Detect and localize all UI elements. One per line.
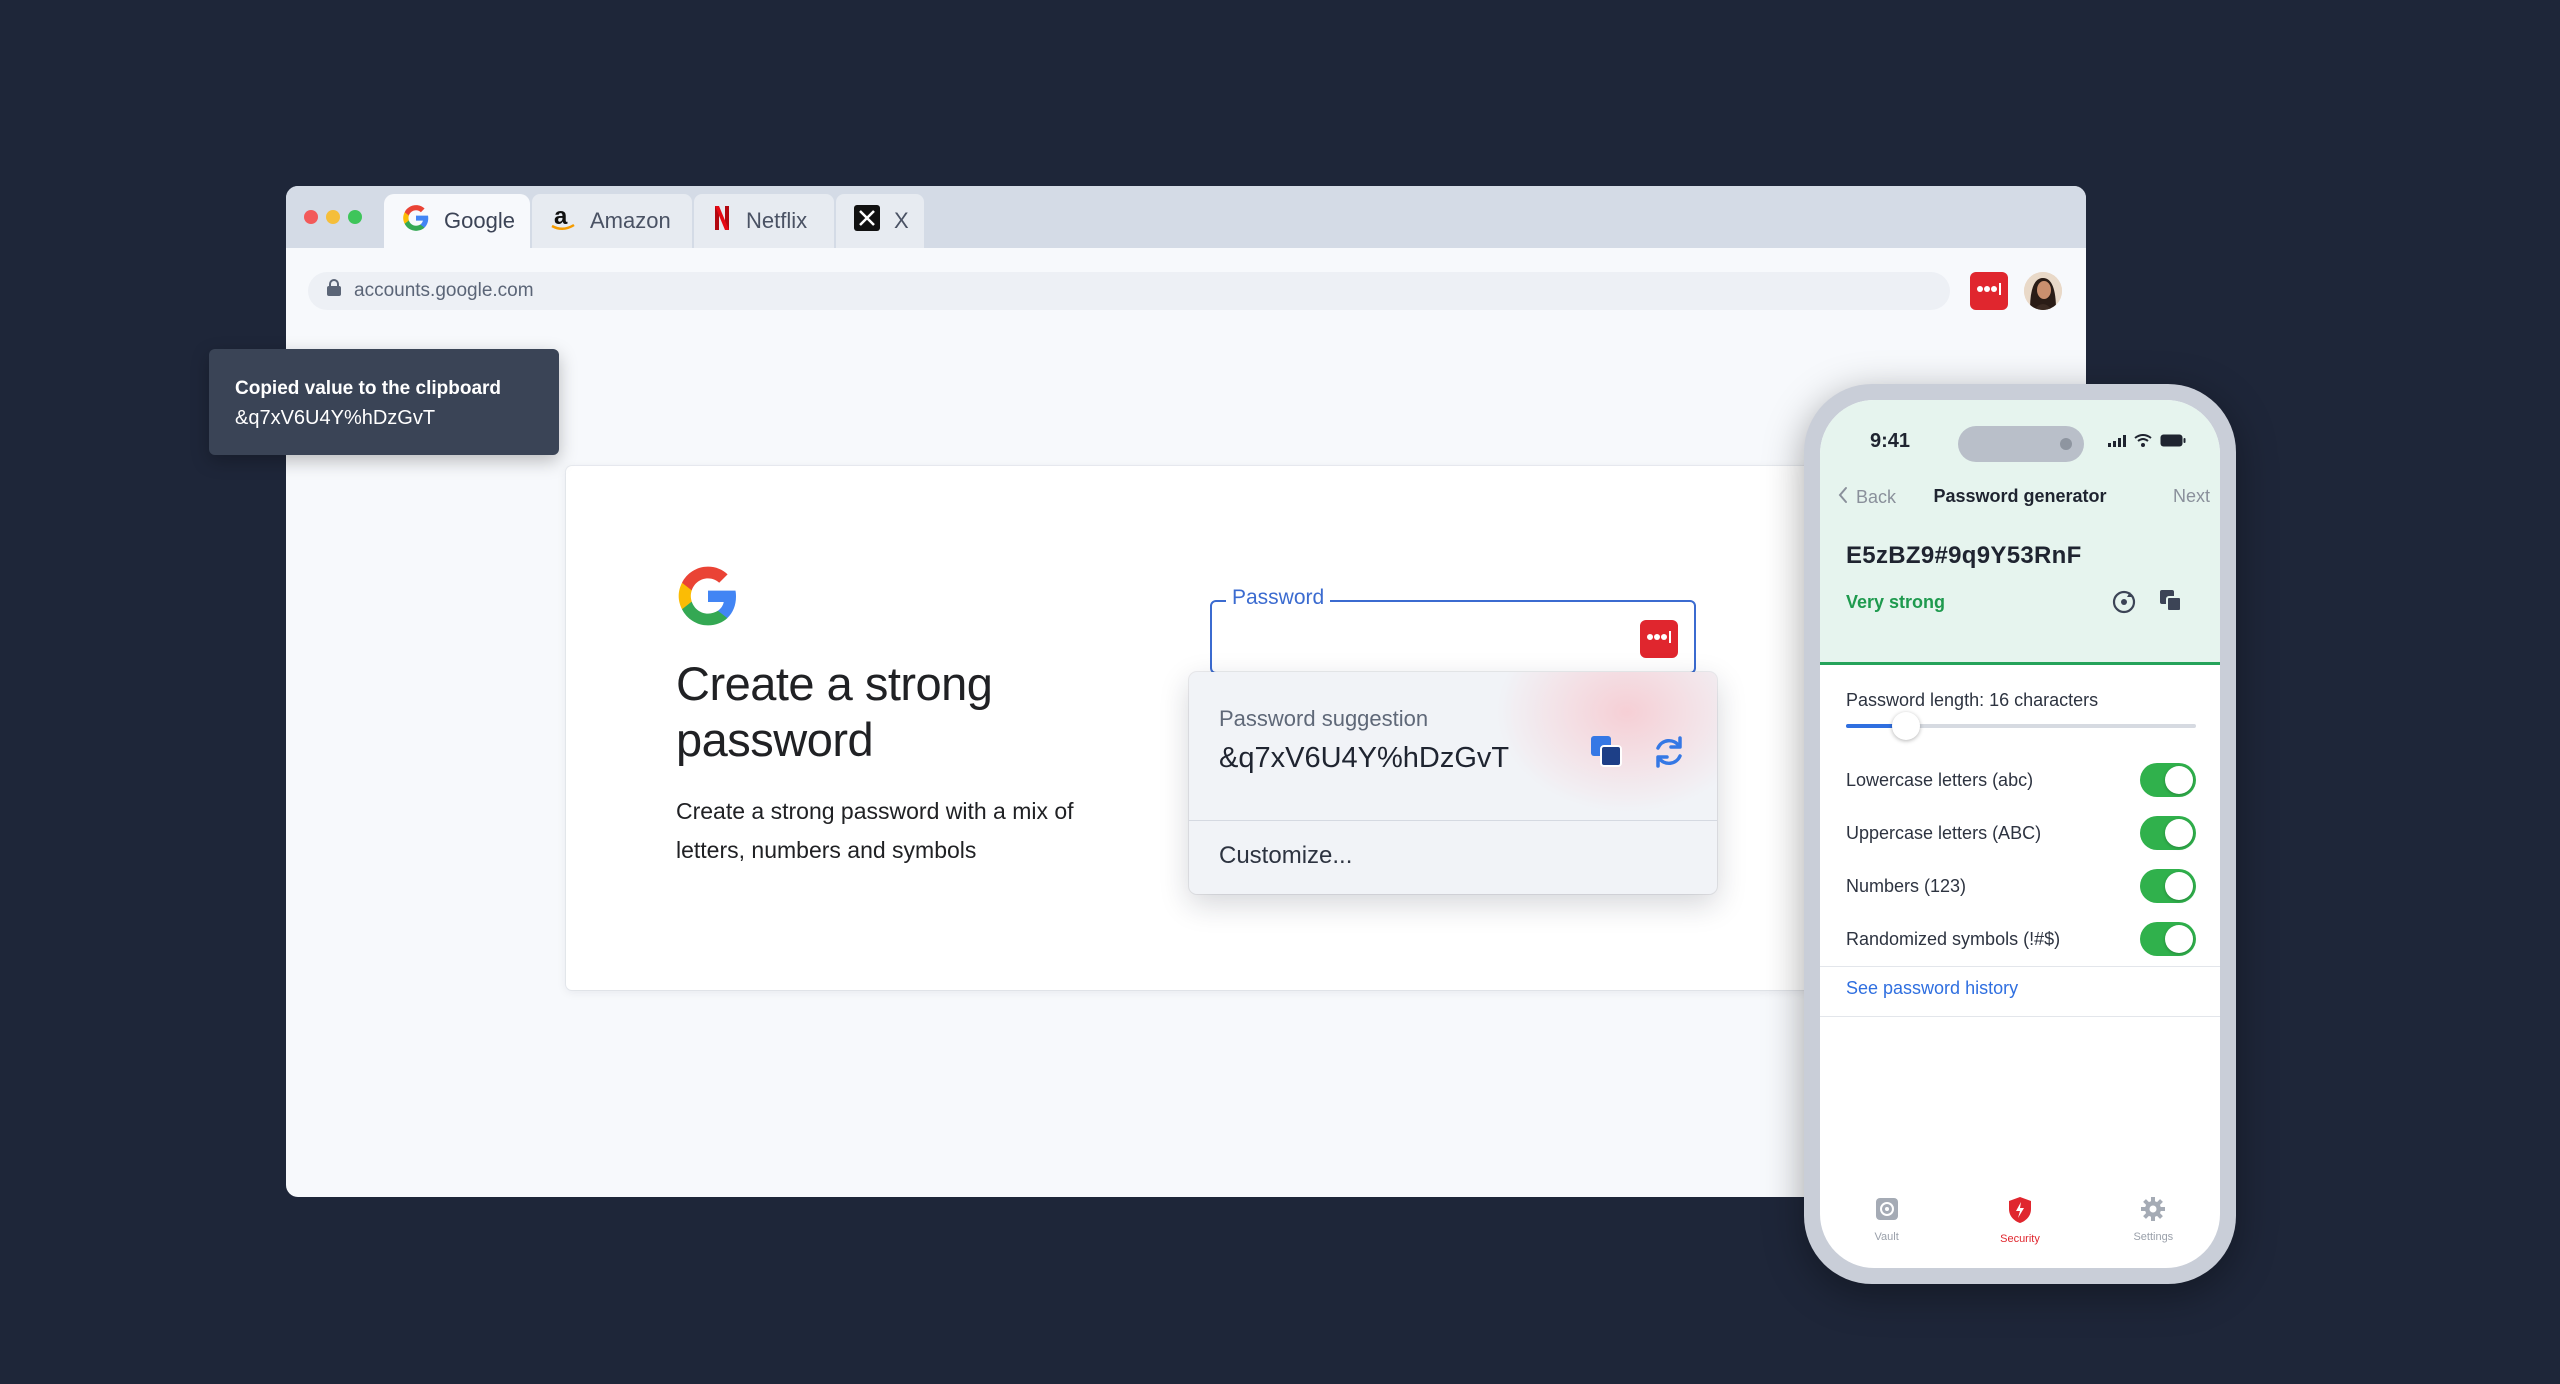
tab-label: Vault [1874, 1231, 1899, 1243]
refresh-icon[interactable] [1647, 730, 1691, 774]
option-uppercase: Uppercase letters (ABC) [1846, 813, 2196, 853]
avatar[interactable] [2024, 272, 2062, 310]
lock-icon [326, 279, 342, 303]
tab-bar: Google a Amazon Netflix X [286, 186, 2086, 248]
url-text: accounts.google.com [354, 280, 534, 301]
amazon-icon: a [550, 203, 576, 238]
tab-label: Security [2000, 1233, 2040, 1245]
password-field-label: Password [1226, 586, 1331, 610]
wifi-icon [2134, 434, 2152, 452]
uppercase-toggle[interactable] [2140, 816, 2196, 850]
suggested-password[interactable]: &q7xV6U4Y%hDzGvT [1219, 742, 1509, 775]
phone-device: 9:41 Back Password generator Next E5zBZ9… [1804, 384, 2236, 1284]
status-time: 9:41 [1870, 430, 1911, 452]
option-label: Randomized symbols (!#$) [1846, 928, 2061, 949]
tab-label: Settings [2133, 1231, 2174, 1243]
tab-netflix[interactable]: Netflix [694, 194, 834, 248]
customize-option[interactable]: Customize... [1219, 842, 1352, 870]
google-logo-icon [676, 564, 740, 628]
option-symbols: Randomized symbols (!#$) [1846, 919, 2196, 959]
security-shield-icon [2007, 1196, 2033, 1229]
password-length-label: Password length: 16 characters [1846, 690, 2099, 710]
phone-tab-bar: Vault Security Settings [1820, 1190, 2220, 1268]
generated-password[interactable]: E5zBZ9#9q9Y53RnF [1846, 542, 2082, 570]
page-description: Create a strong password with a mix of l… [676, 798, 1074, 863]
tab-label: Netflix [746, 208, 808, 233]
password-manager-icon [1646, 630, 1672, 649]
vault-icon [1874, 1196, 1900, 1227]
tab-vault[interactable]: Vault [1842, 1196, 1932, 1243]
option-label: Uppercase letters (ABC) [1846, 822, 2042, 843]
toast-value: &q7xV6U4Y%hDzGvT [235, 407, 436, 429]
password-suggestion-popup: Password suggestion &q7xV6U4Y%hDzGvT Cus… [1189, 672, 1717, 894]
tab-label: Amazon [590, 208, 671, 233]
gear-icon [2140, 1196, 2166, 1227]
clipboard-toast: Copied value to the clipboard &q7xV6U4Y%… [209, 349, 559, 455]
suggestion-label: Password suggestion [1219, 706, 1429, 731]
option-numbers: Numbers (123) [1846, 866, 2196, 906]
password-manager-fill-button[interactable] [1640, 620, 1678, 658]
close-window-button[interactable] [304, 210, 318, 224]
next-button[interactable]: Next [2173, 486, 2210, 507]
tab-google[interactable]: Google [384, 194, 530, 248]
status-icons [2108, 434, 2186, 452]
toast-title: Copied value to the clipboard [235, 378, 502, 399]
copy-icon[interactable] [1587, 732, 1627, 772]
battery-icon [2160, 434, 2186, 452]
page-title: Create a strong password [676, 657, 993, 766]
copy-icon[interactable] [2158, 588, 2184, 614]
option-label: Lowercase letters (abc) [1846, 769, 2034, 790]
phone-screen: 9:41 Back Password generator Next E5zBZ9… [1820, 400, 2220, 1268]
x-icon [854, 205, 880, 237]
maximize-window-button[interactable] [348, 210, 362, 224]
strength-label: Very strong [1846, 592, 1946, 612]
minimize-window-button[interactable] [326, 210, 340, 224]
screen-title: Password generator [1933, 486, 2107, 506]
slider-thumb[interactable] [1891, 712, 1920, 740]
password-manager-extension-button[interactable] [1970, 272, 2008, 310]
symbols-toggle[interactable] [2140, 922, 2196, 956]
svg-text:a: a [554, 204, 568, 230]
password-length-slider[interactable] [1846, 712, 2196, 740]
tab-x[interactable]: X [836, 194, 924, 248]
address-bar[interactable]: accounts.google.com [308, 272, 1950, 310]
signal-icon [2108, 434, 2126, 452]
google-icon [402, 204, 430, 238]
option-lowercase: Lowercase letters (abc) [1846, 760, 2196, 800]
password-history-link[interactable]: See password history [1846, 978, 2018, 999]
numbers-toggle[interactable] [2140, 869, 2196, 903]
tab-security[interactable]: Security [1975, 1196, 2065, 1245]
tab-label: X [894, 208, 909, 233]
lowercase-toggle[interactable] [2140, 763, 2196, 797]
tab-settings[interactable]: Settings [2108, 1196, 2198, 1243]
netflix-icon [712, 204, 732, 238]
camera-icon [2060, 438, 2072, 450]
refresh-icon[interactable] [2110, 588, 2138, 616]
password-manager-icon [1976, 282, 2002, 301]
option-label: Numbers (123) [1846, 875, 1967, 896]
tab-label: Google [444, 208, 515, 233]
tab-amazon[interactable]: a Amazon [532, 194, 692, 248]
password-field[interactable]: Password [1210, 586, 1696, 674]
dynamic-island [1958, 426, 2084, 462]
